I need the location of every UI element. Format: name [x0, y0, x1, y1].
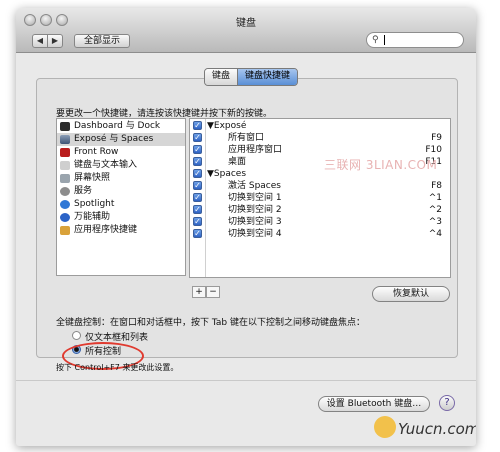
- enable-checkbox[interactable]: ✓: [193, 217, 202, 226]
- front-row-icon: [60, 148, 70, 157]
- restore-defaults-button[interactable]: 恢复默认: [372, 286, 450, 302]
- enable-checkbox[interactable]: ✓: [193, 193, 202, 202]
- shortcut-key[interactable]: ^2: [429, 204, 442, 216]
- enable-checkbox[interactable]: ✓: [193, 229, 202, 238]
- shortcut-name: 切换到空间 3: [228, 217, 282, 227]
- shortcut-name: 切换到空间 1: [228, 193, 282, 203]
- category-item[interactable]: 键盘与文本输入: [57, 159, 185, 172]
- spotlight-icon: [60, 200, 70, 209]
- app-shortcuts-icon: [60, 226, 70, 235]
- enable-checkbox[interactable]: ✓: [193, 181, 202, 190]
- enable-checkbox[interactable]: ✓: [193, 121, 202, 130]
- full-keyboard-label: 全键盘控制：在窗口和对话框中，按下 Tab 键在以下控制之间移动键盘焦点：: [56, 318, 365, 328]
- search-input[interactable]: ⚲: [366, 32, 464, 48]
- gear-icon: [60, 187, 70, 196]
- enable-checkbox[interactable]: ✓: [193, 133, 202, 142]
- category-item[interactable]: Dashboard 与 Dock: [57, 120, 185, 133]
- preferences-window: 键盘 ◀ ▶ 全部显示 ⚲ 键盘 键盘快捷键 要更改一个快捷键，请连按该快捷键并…: [16, 8, 476, 446]
- title-bar: 键盘 ◀ ▶ 全部显示 ⚲: [16, 8, 476, 53]
- enable-checkbox[interactable]: ✓: [193, 169, 202, 178]
- category-item[interactable]: 屏幕快照: [57, 172, 185, 185]
- back-button[interactable]: ◀: [32, 34, 48, 48]
- expose-icon: [60, 135, 70, 144]
- control-f7-hint: 按下 Control+F7 来更改此设置。: [56, 363, 179, 372]
- table-row[interactable]: ✓ 切换到空间 3 ^3: [190, 216, 450, 228]
- watermark-text: 三联网 3LIAN.COM: [324, 158, 438, 172]
- forward-button[interactable]: ▶: [47, 34, 63, 48]
- search-icon: ⚲: [372, 35, 379, 45]
- show-all-button[interactable]: 全部显示: [74, 34, 130, 48]
- table-row[interactable]: ✓ 切换到空间 1 ^1: [190, 192, 450, 204]
- add-shortcut-button[interactable]: +: [192, 286, 206, 298]
- enable-checkbox[interactable]: ✓: [193, 145, 202, 154]
- shortcut-name: 所有窗口: [228, 133, 265, 143]
- category-item[interactable]: Spotlight: [57, 198, 185, 211]
- shortcut-key[interactable]: ^4: [429, 228, 442, 240]
- table-row[interactable]: ✓ 激活 Spaces F8: [190, 180, 450, 192]
- table-row[interactable]: ✓ ▼Exposé: [190, 120, 450, 132]
- shortcut-name: 切换到空间 4: [228, 229, 282, 239]
- help-button[interactable]: ?: [439, 395, 455, 411]
- enable-checkbox[interactable]: ✓: [193, 205, 202, 214]
- shortcut-key[interactable]: F9: [431, 132, 442, 144]
- shortcut-key[interactable]: ^1: [429, 192, 442, 204]
- category-item[interactable]: Front Row: [57, 146, 185, 159]
- remove-shortcut-button[interactable]: −: [206, 286, 220, 298]
- shortcut-name: 应用程序窗口: [228, 145, 283, 155]
- text-caret: [384, 35, 385, 45]
- category-list: Dashboard 与 Dock Exposé 与 Spaces Front R…: [56, 118, 186, 276]
- keyboard-icon: [60, 161, 70, 170]
- table-row[interactable]: ✓ 所有窗口 F9: [190, 132, 450, 144]
- group-label: ▼Exposé: [207, 121, 247, 131]
- shortcut-key[interactable]: F10: [425, 144, 442, 156]
- divider: [16, 380, 476, 381]
- tab-keyboard[interactable]: 键盘: [205, 69, 238, 85]
- enable-checkbox[interactable]: ✓: [193, 157, 202, 166]
- shortcut-name: 激活 Spaces: [228, 181, 281, 191]
- watermark-logo: [374, 416, 396, 438]
- shortcut-table: ✓ ▼Exposé ✓ 所有窗口 F9 ✓ 应用程序窗口 F10 ✓ 桌面 F1…: [189, 118, 451, 278]
- category-item[interactable]: 万能辅助: [57, 211, 185, 224]
- group-label: ▼Spaces: [207, 169, 247, 179]
- tab-bar: 键盘 键盘快捷键: [204, 68, 299, 86]
- dashboard-icon: [60, 122, 70, 131]
- table-row[interactable]: ✓ 切换到空间 2 ^2: [190, 204, 450, 216]
- window-title: 键盘: [236, 18, 256, 29]
- watermark-text: Yuucn.com: [398, 420, 476, 438]
- category-item[interactable]: Exposé 与 Spaces: [57, 133, 185, 146]
- category-item[interactable]: 服务: [57, 185, 185, 198]
- setup-bluetooth-keyboard-button[interactable]: 设置 Bluetooth 键盘…: [318, 396, 430, 412]
- table-row[interactable]: ✓ 应用程序窗口 F10: [190, 144, 450, 156]
- radio-dot[interactable]: [72, 331, 81, 340]
- screenshot-icon: [60, 174, 70, 183]
- table-row[interactable]: ✓ 切换到空间 4 ^4: [190, 228, 450, 240]
- shortcut-name: 切换到空间 2: [228, 205, 282, 215]
- tab-keyboard-shortcuts[interactable]: 键盘快捷键: [237, 69, 298, 85]
- accessibility-icon: [60, 213, 70, 222]
- shortcut-key[interactable]: ^3: [429, 216, 442, 228]
- shortcut-key[interactable]: F8: [431, 180, 442, 192]
- category-item[interactable]: 应用程序快捷键: [57, 224, 185, 237]
- shortcut-name: 桌面: [228, 157, 247, 167]
